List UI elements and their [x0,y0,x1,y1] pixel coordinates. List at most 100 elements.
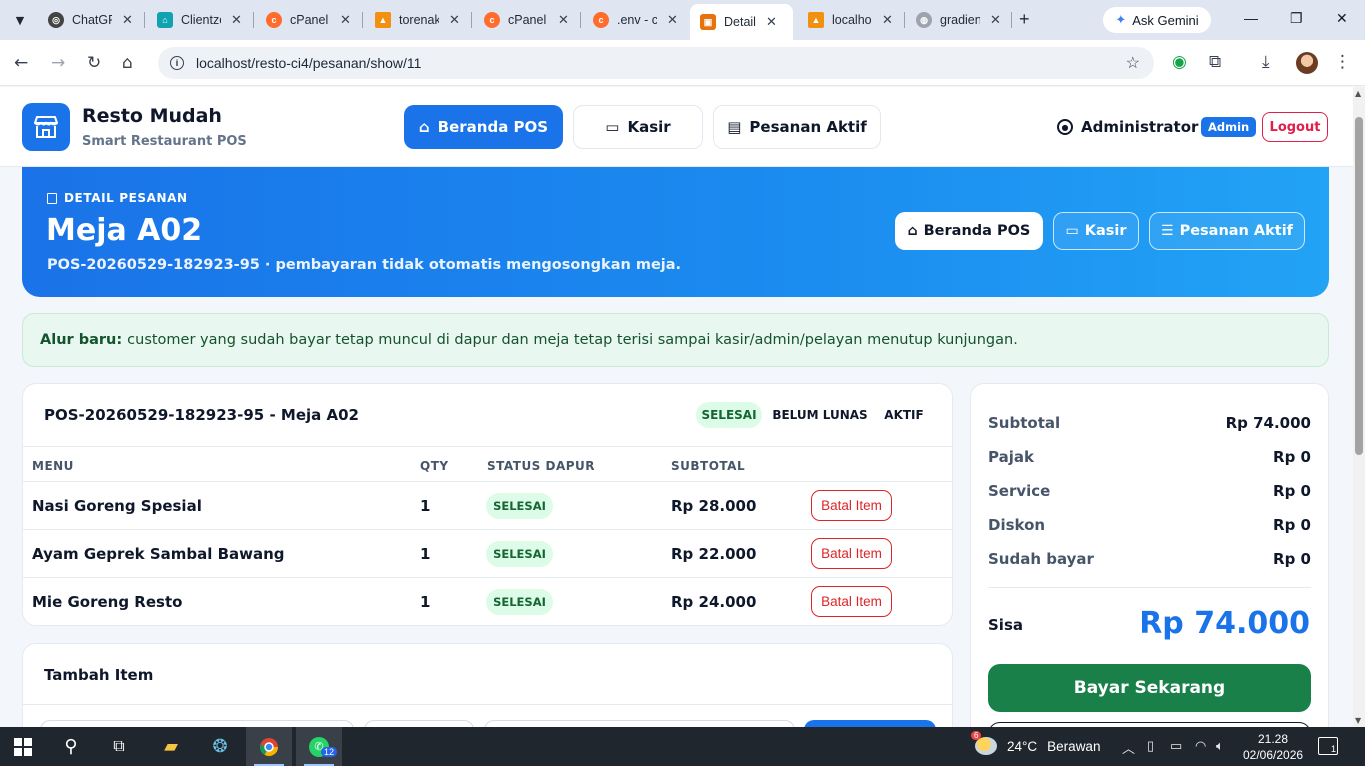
browser-toolbar: ← → ↻ ⌂ i localhost/resto-ci4/pesanan/sh… [0,40,1365,86]
cancel-item-button[interactable]: Batal Item [811,586,892,617]
logout-button[interactable]: Logout [1262,112,1328,142]
window-close-icon[interactable]: ✕ [1336,10,1348,27]
hero-kicker: DETAIL PESANAN [47,191,188,205]
browser-tab-localhost[interactable]: ▲ localhost ✕ [808,6,893,34]
hero-pesanan-aktif-button[interactable]: ☰ Pesanan Aktif [1149,212,1305,250]
extension-globe-icon[interactable]: ◉ [1172,52,1187,72]
role-badge: Admin [1201,117,1257,137]
whatsapp-taskbar-icon[interactable]: ✆ 12 [296,727,342,766]
bookmark-star-icon[interactable]: ☆ [1126,53,1140,73]
scroll-up-icon[interactable]: ▲ [1355,89,1361,98]
battery-icon[interactable]: ▭ [1170,738,1182,754]
order-card-header: POS-20260529-182923-95 - Meja A02 SELESA… [23,384,952,447]
weather-widget[interactable]: 6 24°C Berawan [971,731,1100,755]
summary-value: Rp 0 [1273,448,1311,466]
task-view-icon[interactable]: ⧉ [96,727,142,766]
pay-now-button[interactable]: Bayar Sekarang [988,664,1311,712]
tab-title: torenaku [399,13,439,27]
tab-separator [362,12,363,28]
remaining-amount: Rp 74.000 [1139,606,1310,641]
app-header: Resto Mudah Smart Restaurant POS ⌂ Beran… [0,87,1353,167]
tab-close-icon[interactable]: ✕ [667,12,678,28]
clientzone-icon: ⌂ [157,12,173,28]
browser-tab-env[interactable]: c .env - cPanel ✕ [593,6,678,34]
brand-subtitle: Smart Restaurant POS [82,134,247,149]
browser-tab-torenaku[interactable]: ▲ torenaku ✕ [375,6,460,34]
browser-menu-icon[interactable]: ⋮ [1334,52,1351,72]
cpanel-icon: c [593,12,609,28]
qty-input[interactable] [364,720,474,727]
volume-icon[interactable]: 🔈︎ [1216,738,1224,754]
tab-close-icon[interactable]: ✕ [766,14,777,30]
reload-icon[interactable]: ↻ [87,53,101,73]
search-icon[interactable]: ⚲ [48,727,94,766]
column-header-subtotal: SUBTOTAL [671,459,746,473]
hero-kasir-button[interactable]: ▭ Kasir [1053,212,1139,250]
notification-icon[interactable]: 1 [1318,737,1338,755]
tab-title: Detail Pesanan [724,15,756,29]
tab-close-icon[interactable]: ✕ [882,12,893,28]
network-app-icon[interactable]: ❂ [197,727,243,766]
tab-close-icon[interactable]: ✕ [449,12,460,28]
windows-start-icon[interactable] [0,727,46,766]
item-subtotal: Rp 22.000 [671,545,757,563]
wifi-icon[interactable]: ◠ [1195,738,1206,754]
profile-avatar[interactable] [1296,52,1318,74]
summary-row-diskon: Diskon Rp 0 [988,516,1311,538]
home-icon[interactable]: ⌂ [122,53,133,73]
clock-time: 21.28 [1257,732,1289,746]
scrollbar-thumb[interactable] [1355,117,1363,455]
add-item-button[interactable] [804,720,936,727]
chrome-taskbar-icon[interactable] [246,727,292,766]
browser-tab-cpanel-2[interactable]: c cPanel ✕ [484,6,569,34]
browser-tab-cpanel[interactable]: c cPanel ✕ [266,6,351,34]
forward-arrow-icon[interactable]: → [51,53,65,73]
note-input[interactable] [484,720,795,727]
cpanel-icon: c [266,12,282,28]
brand-name: Resto Mudah [82,105,222,127]
column-header-status: STATUS DAPUR [487,459,596,473]
back-arrow-icon[interactable]: ← [14,53,28,73]
page-scrollbar[interactable]: ▲ ▼ [1353,87,1365,727]
tab-close-icon[interactable]: ✕ [990,12,1001,28]
nav-pesanan-aktif-button[interactable]: ▤ Pesanan Aktif [713,105,881,149]
site-info-icon[interactable]: i [170,56,184,70]
item-subtotal: Rp 28.000 [671,497,757,515]
menu-name: Ayam Geprek Sambal Bawang [32,545,285,563]
nav-kasir-button[interactable]: ▭ Kasir [573,105,703,149]
tab-close-icon[interactable]: ✕ [340,12,351,28]
cancel-item-button[interactable]: Batal Item [811,538,892,569]
tab-close-icon[interactable]: ✕ [122,12,133,28]
address-bar[interactable]: i localhost/resto-ci4/pesanan/show/11 ☆ [158,47,1154,79]
minimize-icon[interactable]: — [1244,10,1258,26]
scroll-down-icon[interactable]: ▼ [1355,716,1361,725]
browser-tab-gradient[interactable]: ◍ gradient ✕ [916,6,1001,34]
browser-tab-detail-pesanan[interactable]: ▣ Detail Pesanan ✕ [690,4,793,40]
new-tab-button[interactable]: + [1019,9,1030,30]
system-clock[interactable]: 21.28 02/06/2026 [1243,731,1303,763]
ask-gemini-button[interactable]: ✦ Ask Gemini [1103,7,1211,33]
tray-chevron-icon[interactable]: ︿ [1122,738,1135,757]
tray-device-icon[interactable]: ▯ [1147,738,1154,754]
tab-close-icon[interactable]: ✕ [558,12,569,28]
item-qty: 1 [420,545,431,563]
nav-beranda-pos-button[interactable]: ⌂ Beranda POS [404,105,563,149]
user-name: Administrator [1081,118,1199,136]
tab-separator [580,12,581,28]
extensions-puzzle-icon[interactable]: ⧉ [1209,52,1221,72]
hero-beranda-pos-button[interactable]: ⌂ Beranda POS [895,212,1043,250]
restore-icon[interactable]: ❐ [1290,10,1303,27]
tab-title: ChatGPT [72,13,112,27]
tab-search-chevron-icon[interactable]: ▼ [8,8,32,32]
menu-select[interactable] [40,720,354,727]
browser-tab-chatgpt[interactable]: ◎ ChatGPT ✕ [48,6,133,34]
item-subtotal: Rp 24.000 [671,593,757,611]
summary-row-subtotal: Subtotal Rp 74.000 [988,414,1311,436]
weather-temp: 24°C [1007,738,1038,754]
home-icon: ⌂ [907,223,918,239]
file-explorer-icon[interactable]: ▰ [148,727,194,766]
download-icon[interactable]: ⤓ [1262,52,1270,72]
browser-tab-clientzone[interactable]: ⌂ Clientzone ✕ [157,6,242,34]
tab-close-icon[interactable]: ✕ [231,12,242,28]
cancel-item-button[interactable]: Batal Item [811,490,892,521]
